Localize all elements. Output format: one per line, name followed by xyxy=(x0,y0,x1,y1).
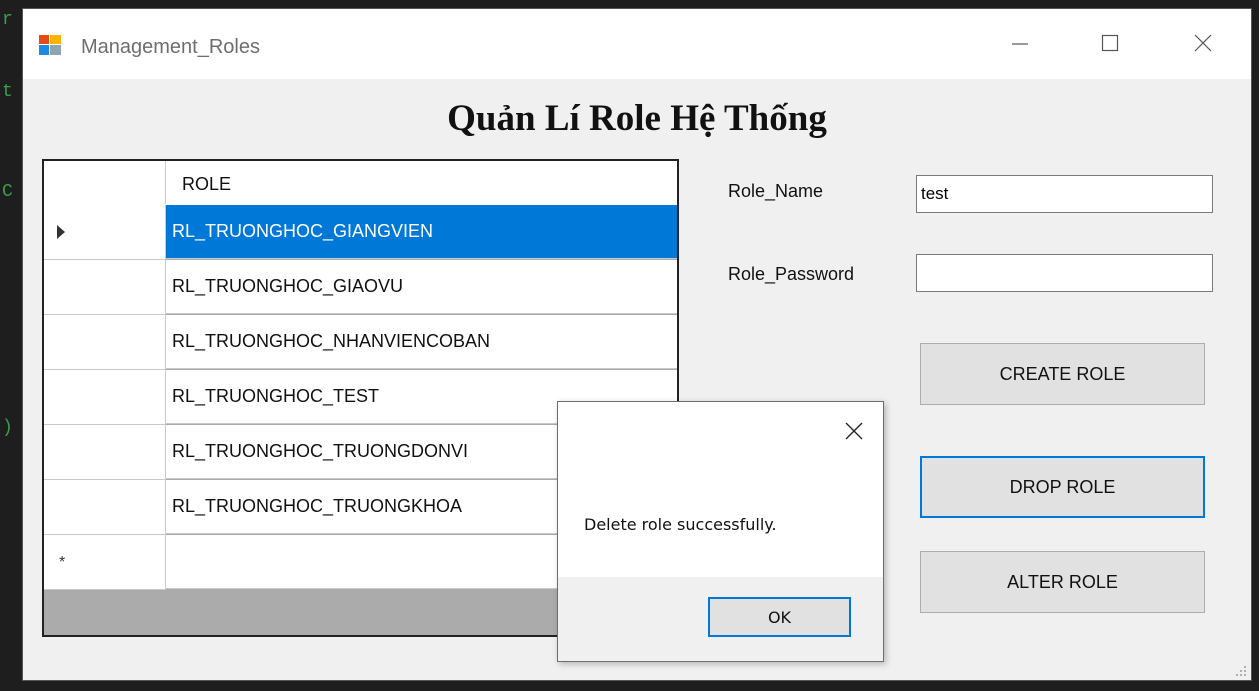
table-row[interactable]: RL_TRUONGHOC_GIANGVIEN xyxy=(44,205,677,260)
role-password-label: Role_Password xyxy=(728,264,855,284)
grid-header: ROLE xyxy=(44,161,677,206)
role-name-label: Role_Name xyxy=(728,181,824,201)
background-editor-strip: r t C ) xyxy=(2,10,13,438)
drop-role-button[interactable]: DROP ROLE xyxy=(920,456,1205,518)
resize-grip-icon[interactable] xyxy=(1235,664,1247,676)
table-row[interactable]: RL_TRUONGHOC_NHANVIENCOBAN xyxy=(44,315,677,370)
row-header[interactable] xyxy=(44,315,166,370)
ok-button[interactable]: OK xyxy=(708,597,851,637)
column-header-role[interactable]: ROLE xyxy=(182,174,231,195)
close-button[interactable] xyxy=(1180,23,1226,63)
create-role-button[interactable]: CREATE ROLE xyxy=(920,343,1205,405)
dialog-close-button[interactable] xyxy=(839,416,869,446)
role-cell[interactable]: RL_TRUONGHOC_NHANVIENCOBAN xyxy=(166,315,677,369)
message-dialog: Delete role successfully. OK xyxy=(557,401,884,662)
window-title: Management_Roles xyxy=(81,36,260,58)
page-title: Quản Lí Role Hệ Thống xyxy=(447,98,827,139)
close-icon xyxy=(845,422,863,440)
grid-corner-header[interactable] xyxy=(44,161,166,204)
row-header[interactable]: * xyxy=(44,535,166,590)
role-cell[interactable]: RL_TRUONGHOC_GIAOVU xyxy=(166,260,677,314)
minimize-icon xyxy=(1012,43,1028,45)
role-password-field[interactable] xyxy=(916,254,1213,292)
current-row-arrow-icon xyxy=(57,225,65,239)
row-header[interactable] xyxy=(44,480,166,535)
role-cell[interactable]: RL_TRUONGHOC_GIANGVIEN xyxy=(166,205,677,259)
dialog-footer: OK xyxy=(558,577,883,661)
maximize-icon xyxy=(1101,34,1119,52)
row-header[interactable] xyxy=(44,425,166,480)
row-header[interactable] xyxy=(44,205,166,260)
table-row[interactable]: RL_TRUONGHOC_GIAOVU xyxy=(44,260,677,315)
alter-role-button[interactable]: ALTER ROLE xyxy=(920,551,1205,613)
dialog-message: Delete role successfully. xyxy=(584,515,777,534)
close-icon xyxy=(1194,34,1212,52)
maximize-button[interactable] xyxy=(1087,23,1133,63)
new-row-marker: * xyxy=(59,554,66,571)
role-name-field[interactable] xyxy=(916,175,1213,213)
app-icon xyxy=(39,35,61,55)
row-header[interactable] xyxy=(44,260,166,315)
row-header[interactable] xyxy=(44,370,166,425)
title-bar[interactable]: Management_Roles xyxy=(23,9,1251,79)
minimize-button[interactable] xyxy=(997,23,1043,63)
